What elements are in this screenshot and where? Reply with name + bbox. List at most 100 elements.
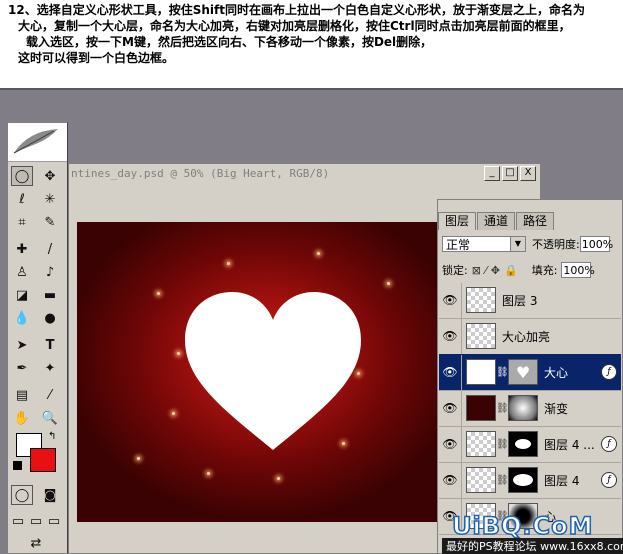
layer-thumbnail — [466, 359, 496, 385]
notes-tool-icon[interactable]: ▤ — [11, 385, 33, 405]
layer-row[interactable]: 👁 图层 3 — [439, 282, 621, 319]
blend-mode-select[interactable]: 正常 ▼ — [442, 236, 526, 252]
eraser-tool-icon[interactable]: ◪ — [11, 285, 33, 305]
tab-layers[interactable]: 图层 — [438, 212, 477, 230]
eye-icon[interactable]: 👁 — [439, 462, 462, 498]
layers-palette: 图层 通道 路径 正常 ▼ 不透明度: 100% 锁定: ⊠ ⁄ ✥ 🔒 填充:… — [437, 199, 623, 554]
screen-mode-2-icon[interactable]: ▭ — [28, 511, 44, 531]
chevron-down-icon: ▼ — [510, 237, 525, 251]
lock-paint-icon[interactable]: ⁄ — [485, 264, 487, 277]
fill-label: 填充: — [531, 264, 558, 277]
watermark-site: 最好的PS教程论坛 www.16xx8.com — [442, 538, 623, 554]
tab-channels[interactable]: 通道 — [477, 212, 516, 230]
image-canvas[interactable] — [77, 222, 439, 522]
healing-brush-icon[interactable]: ✚ — [11, 239, 33, 259]
layer-name: 大心加亮 — [502, 329, 551, 344]
link-icon: ⛓ — [496, 438, 509, 450]
layer-thumbnail — [466, 467, 496, 493]
jump-to-imageready-icon[interactable]: ⇄ — [18, 533, 54, 553]
layer-name: 图层 4 ... — [544, 437, 595, 452]
opacity-field[interactable]: 100% — [579, 236, 613, 252]
marquee-tool-icon[interactable]: ◯ — [11, 166, 33, 186]
eye-icon[interactable]: 👁 — [439, 390, 462, 426]
tab-paths[interactable]: 路径 — [516, 212, 555, 230]
layer-row[interactable]: 👁 ⛓ 图层 4 ... ƒ — [439, 426, 621, 463]
link-icon: ⛓ — [496, 402, 509, 414]
instruction-line: 载入选区，按一下M键，然后把选区向右、下各移动一个像素，按Del删除， — [26, 35, 433, 49]
layer-name: 渐变 — [544, 401, 569, 416]
swap-colors-icon[interactable]: ↰ — [48, 431, 56, 442]
instruction-text: 12、选择自定义心形状工具，按住Shift同时在画布上拉出一个白色自定义心形状，… — [0, 0, 623, 88]
hand-tool-icon[interactable]: ✋ — [11, 408, 33, 428]
path-select-tool-icon[interactable]: ➤ — [11, 335, 33, 355]
watermark: UiBQ.CoM 最好的PS教程论坛 www.16xx8.com — [442, 508, 623, 554]
layer-name: 图层 4 — [544, 473, 580, 488]
history-brush-icon[interactable]: ♪ — [39, 262, 61, 282]
type-tool-icon[interactable]: T — [39, 335, 61, 355]
gradient-tool-icon[interactable]: ▬ — [39, 285, 61, 305]
link-icon: ⛓ — [496, 366, 509, 378]
standard-mode-icon[interactable]: ◯ — [11, 485, 33, 505]
screen-mode-1-icon[interactable]: ▭ — [10, 511, 26, 531]
layer-style-icon[interactable]: ƒ — [601, 364, 617, 380]
zoom-tool-icon[interactable]: 🔍 — [39, 408, 61, 428]
screen-mode-3-icon[interactable]: ▭ — [46, 511, 62, 531]
document-title-bar[interactable]: ntines_day.psd @ 50% (Big Heart, RGB/8) … — [69, 164, 540, 183]
layer-mask-thumbnail — [508, 395, 538, 421]
layer-name: 图层 3 — [502, 293, 538, 308]
lasso-tool-icon[interactable]: ℓ — [11, 189, 33, 209]
layer-row[interactable]: 👁 大心加亮 — [439, 318, 621, 355]
tools-palette: ◯ ✥ ℓ ✳ ⌗ ✎ ✚ / ♙ ♪ ◪ ▬ 💧 ● ➤ T ✒ ✦ ▤ ⁄ … — [7, 122, 68, 554]
layer-thumbnail — [466, 287, 496, 313]
dodge-tool-icon[interactable]: ● — [39, 308, 61, 328]
instruction-line: 这时可以得到一个白色边框。 — [18, 51, 175, 65]
magic-wand-tool-icon[interactable]: ✳ — [39, 189, 61, 209]
shape-tool-icon[interactable]: ✦ — [39, 358, 61, 378]
eye-icon[interactable]: 👁 — [439, 282, 462, 318]
layer-style-icon[interactable]: ƒ — [601, 472, 617, 488]
close-button[interactable]: X — [520, 166, 536, 181]
eyedropper-tool-icon[interactable]: ⁄ — [39, 385, 61, 405]
lock-all-icon[interactable]: 🔒 — [504, 264, 518, 277]
slice-tool-icon[interactable]: ✎ — [39, 212, 61, 232]
feather-logo[interactable] — [8, 123, 67, 162]
vector-mask-thumbnail: ♥ — [508, 359, 538, 385]
lock-transparent-icon[interactable]: ⊠ — [472, 264, 481, 277]
eye-icon[interactable]: 👁 — [439, 426, 462, 462]
eye-icon[interactable]: 👁 — [439, 354, 462, 390]
instruction-line: 大心，复制一个大心层，命名为大心加亮，右键对加亮层删格化，按住Ctrl同时点击加… — [18, 19, 571, 33]
maximize-button[interactable]: □ — [502, 166, 518, 181]
layer-style-icon[interactable]: ƒ — [601, 436, 617, 452]
link-icon: ⛓ — [496, 474, 509, 486]
brush-tool-icon[interactable]: / — [39, 239, 61, 259]
layer-name: 大心 — [544, 365, 569, 380]
layer-thumbnail — [466, 395, 496, 421]
layer-row[interactable]: 👁 ⛓ 渐变 — [439, 390, 621, 427]
layer-row[interactable]: 👁 ⛓ 图层 4 ƒ — [439, 462, 621, 499]
crop-tool-icon[interactable]: ⌗ — [11, 212, 33, 232]
blend-mode-value: 正常 — [446, 238, 471, 252]
layer-row-selected[interactable]: 👁 ⛓ ♥ 大心 ƒ — [439, 354, 621, 391]
layer-mask-thumbnail — [508, 467, 538, 493]
palette-tabs: 图层 通道 路径 — [438, 212, 555, 230]
fill-field[interactable]: 100% — [561, 262, 595, 278]
lock-move-icon[interactable]: ✥ — [491, 264, 500, 277]
layer-mask-thumbnail — [508, 431, 538, 457]
pen-tool-icon[interactable]: ✒ — [11, 358, 33, 378]
document-title: ntines_day.psd @ 50% (Big Heart, RGB/8) — [71, 167, 330, 180]
stamp-tool-icon[interactable]: ♙ — [11, 262, 33, 282]
instruction-line: 12、选择自定义心形状工具，按住Shift同时在画布上拉出一个白色自定义心形状，… — [8, 3, 585, 17]
minimize-button[interactable]: _ — [484, 166, 500, 181]
eye-icon[interactable]: 👁 — [439, 318, 462, 354]
opacity-label: 不透明度: — [532, 238, 580, 251]
lock-label: 锁定: — [442, 264, 468, 277]
background-color-swatch[interactable] — [30, 448, 56, 472]
move-tool-icon[interactable]: ✥ — [39, 166, 61, 186]
white-heart-shape — [185, 292, 361, 450]
blur-tool-icon[interactable]: 💧 — [11, 308, 33, 328]
default-colors-icon[interactable] — [13, 461, 22, 470]
layer-thumbnail — [466, 323, 496, 349]
quick-mask-mode-icon[interactable]: ◙ — [39, 485, 61, 505]
watermark-logo: UiBQ.CoM — [451, 511, 594, 541]
layer-thumbnail — [466, 431, 496, 457]
